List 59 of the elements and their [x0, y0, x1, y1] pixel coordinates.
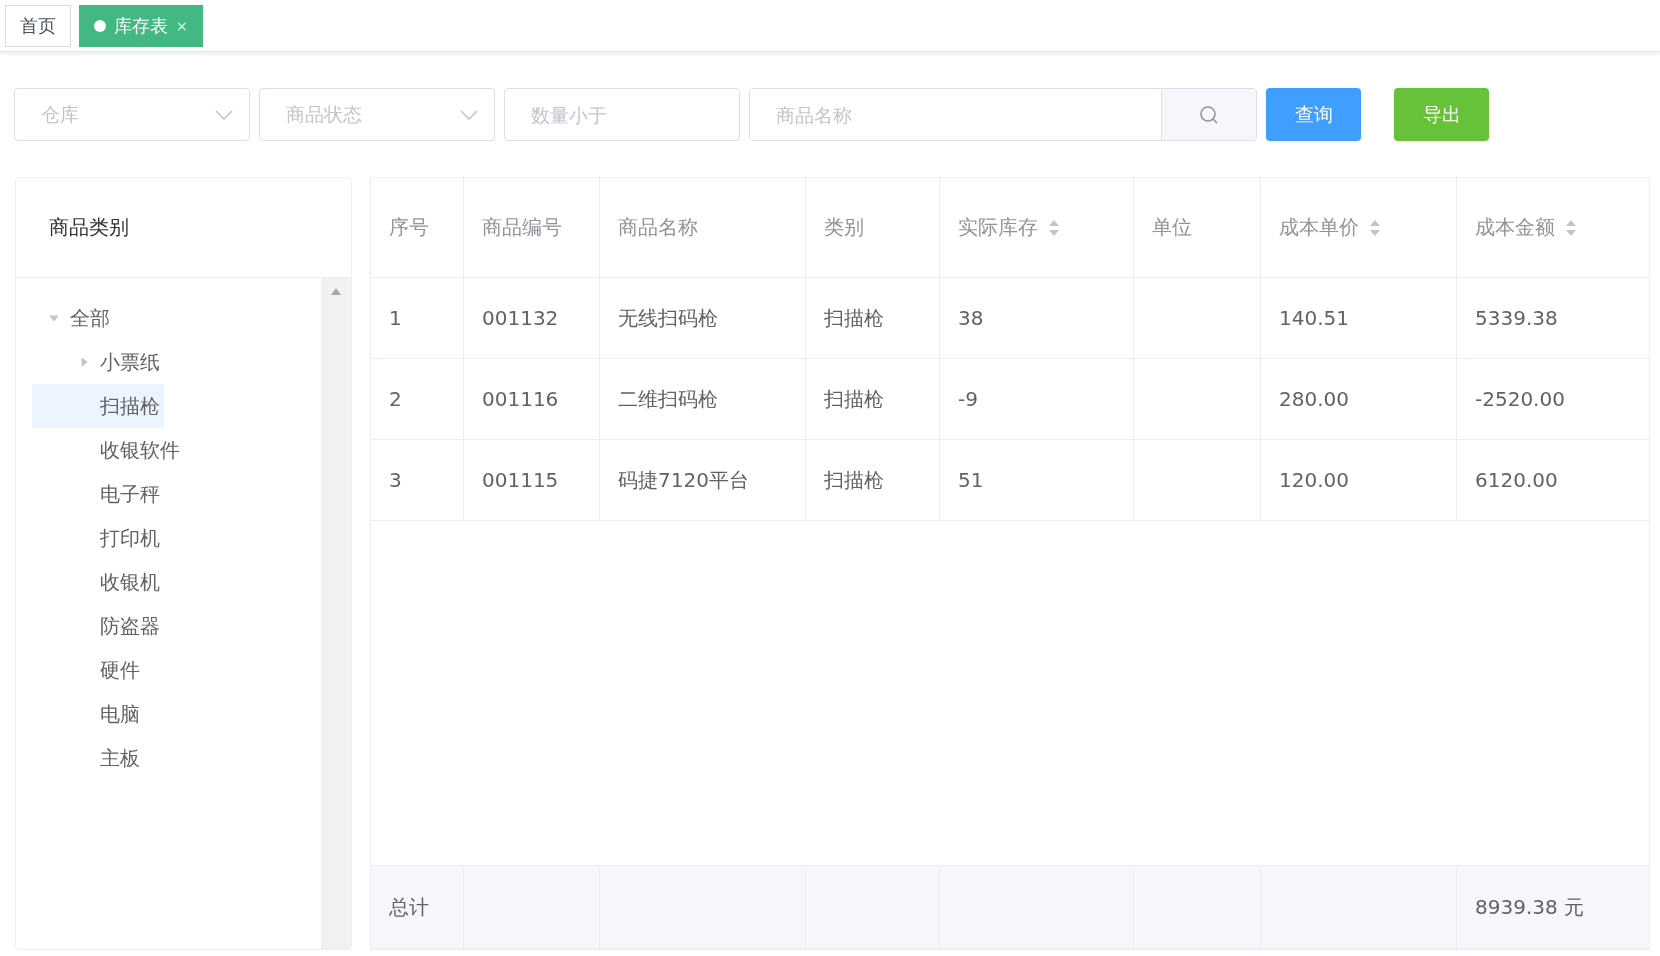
column-header: 序号: [389, 214, 429, 241]
table-cell: 无线扫码枪: [618, 304, 718, 332]
quantity-field[interactable]: 数量小于: [504, 88, 740, 141]
tree-item[interactable]: 收银软件: [32, 428, 184, 472]
table-cell: -9: [958, 387, 978, 411]
sort-icon[interactable]: [1048, 218, 1060, 237]
scrollbar[interactable]: [321, 278, 351, 949]
name-search-field[interactable]: 商品名称: [749, 88, 1257, 141]
table-cell: 51: [958, 468, 984, 492]
table-cell: 码捷7120平台: [618, 466, 749, 494]
table-cell: 扫描枪: [824, 466, 884, 494]
table-cell: 1: [389, 306, 402, 330]
table-cell: 001116: [482, 387, 559, 411]
table-cell: 3: [389, 468, 402, 492]
tree-item[interactable]: 电子秤: [32, 472, 164, 516]
chevron-down-icon: [460, 109, 478, 120]
column-header: 单位: [1152, 214, 1192, 241]
scroll-up-icon[interactable]: [331, 288, 341, 295]
table-cell: 001115: [482, 468, 559, 492]
tab[interactable]: 首页: [5, 4, 71, 47]
column-header: 商品名称: [618, 214, 698, 241]
total-label: 总计: [389, 893, 429, 921]
tree-item[interactable]: 防盗器: [32, 604, 164, 648]
tree-item[interactable]: 主板: [32, 736, 144, 780]
table-cell: 二维扫码枪: [618, 385, 718, 413]
tree-item[interactable]: 小票纸: [32, 340, 164, 384]
sort-icon[interactable]: [1565, 218, 1577, 237]
header-cell[interactable]: 成本金额: [1457, 178, 1649, 277]
header-cell[interactable]: 成本单价: [1261, 178, 1457, 277]
table-cell: 001132: [482, 306, 559, 330]
chevron-down-icon: [215, 109, 233, 120]
tree-item[interactable]: 打印机: [32, 516, 164, 560]
tree-item[interactable]: 硬件: [32, 648, 144, 692]
column-header: 成本单价: [1279, 214, 1359, 241]
table-cell: 38: [958, 306, 984, 330]
header-cell[interactable]: 实际库存: [940, 178, 1134, 277]
table-cell: -2520.00: [1475, 387, 1565, 411]
tree-item[interactable]: 电脑: [32, 692, 144, 736]
column-header: 实际库存: [958, 214, 1038, 241]
tree-item[interactable]: 全部: [32, 296, 114, 340]
table-cell: 扫描枪: [824, 385, 884, 413]
table-cell: 120.00: [1279, 468, 1349, 492]
tree-item[interactable]: 扫描枪: [32, 384, 164, 428]
table-cell: 5339.38: [1475, 306, 1558, 330]
table-cell: 280.00: [1279, 387, 1349, 411]
table-cell: 6120.00: [1475, 468, 1558, 492]
column-header: 商品编号: [482, 214, 562, 241]
table-cell: 2: [389, 387, 402, 411]
tree-item[interactable]: 收银机: [32, 560, 164, 604]
table-cell: 扫描枪: [824, 304, 884, 332]
sort-icon[interactable]: [1369, 218, 1381, 237]
column-header: 类别: [824, 214, 864, 241]
table-cell: 140.51: [1279, 306, 1349, 330]
search-icon: [1199, 104, 1219, 125]
column-header: 成本金额: [1475, 214, 1555, 241]
panel-title: 商品类别: [49, 214, 129, 241]
search-button[interactable]: [1161, 89, 1256, 140]
dot-icon: [94, 19, 106, 32]
total-value: 8939.38 元: [1475, 893, 1585, 921]
